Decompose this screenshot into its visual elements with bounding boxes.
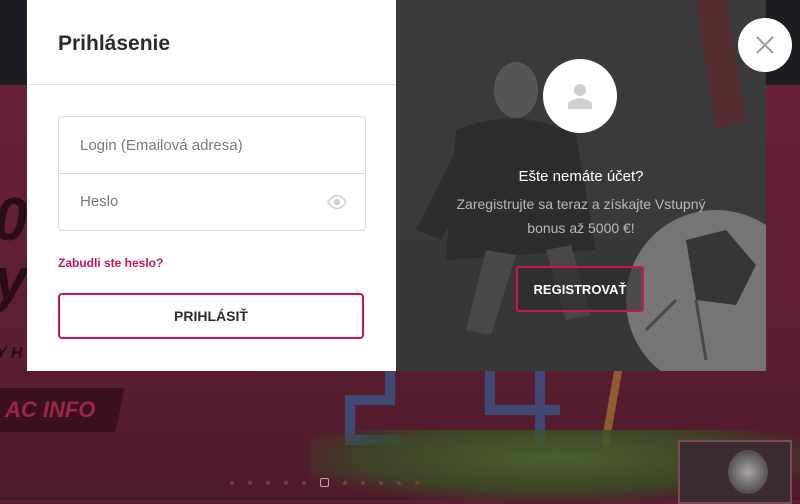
login-form <box>58 116 366 231</box>
hero-sub-fragment: Y H <box>0 345 23 362</box>
login-email-input[interactable] <box>59 117 365 173</box>
promo-thumbnail[interactable] <box>678 440 792 504</box>
carousel-dot[interactable] <box>397 480 401 485</box>
register-overlay <box>396 0 766 371</box>
login-title: Prihlásenie <box>58 32 171 55</box>
login-modal: Prihlásenie Zabudli ste heslo? PRIHLÁSIŤ <box>27 0 766 371</box>
forgot-password-link[interactable]: Zabudli ste heslo? <box>58 256 163 270</box>
info-tag: AC INFO <box>0 388 125 432</box>
carousel-dot[interactable] <box>230 480 234 485</box>
carousel-dot[interactable] <box>248 480 252 485</box>
user-icon <box>568 84 592 109</box>
carousel-dot[interactable] <box>379 480 383 485</box>
register-panel: Ešte nemáte účet? Zaregistrujte sa teraz… <box>396 0 766 371</box>
login-field-wrapper <box>59 117 365 173</box>
close-icon <box>756 36 774 54</box>
hero-headline-fragment: 0y <box>0 190 27 310</box>
carousel-dot[interactable] <box>284 480 288 485</box>
carousel-dot[interactable] <box>266 480 270 485</box>
carousel-dots[interactable] <box>230 478 419 487</box>
password-field-wrapper <box>59 173 365 229</box>
login-panel: Prihlásenie Zabudli ste heslo? PRIHLÁSIŤ <box>27 0 396 371</box>
password-input[interactable] <box>59 174 365 229</box>
register-promo-text: Zaregistrujte sa teraz a získajte Vstupn… <box>456 196 706 236</box>
eye-icon[interactable] <box>327 194 347 210</box>
register-heading: Ešte nemáte účet? <box>518 168 644 185</box>
carousel-dot[interactable] <box>415 480 419 485</box>
carousel-dot[interactable] <box>361 480 365 485</box>
avatar <box>543 59 617 133</box>
register-button[interactable]: REGISTROVAŤ <box>516 266 644 312</box>
close-button[interactable] <box>738 18 792 72</box>
carousel-dot-active[interactable] <box>320 478 329 487</box>
carousel-dot[interactable] <box>343 480 347 485</box>
carousel-dot[interactable] <box>302 480 306 485</box>
login-submit-button[interactable]: PRIHLÁSIŤ <box>58 293 364 339</box>
